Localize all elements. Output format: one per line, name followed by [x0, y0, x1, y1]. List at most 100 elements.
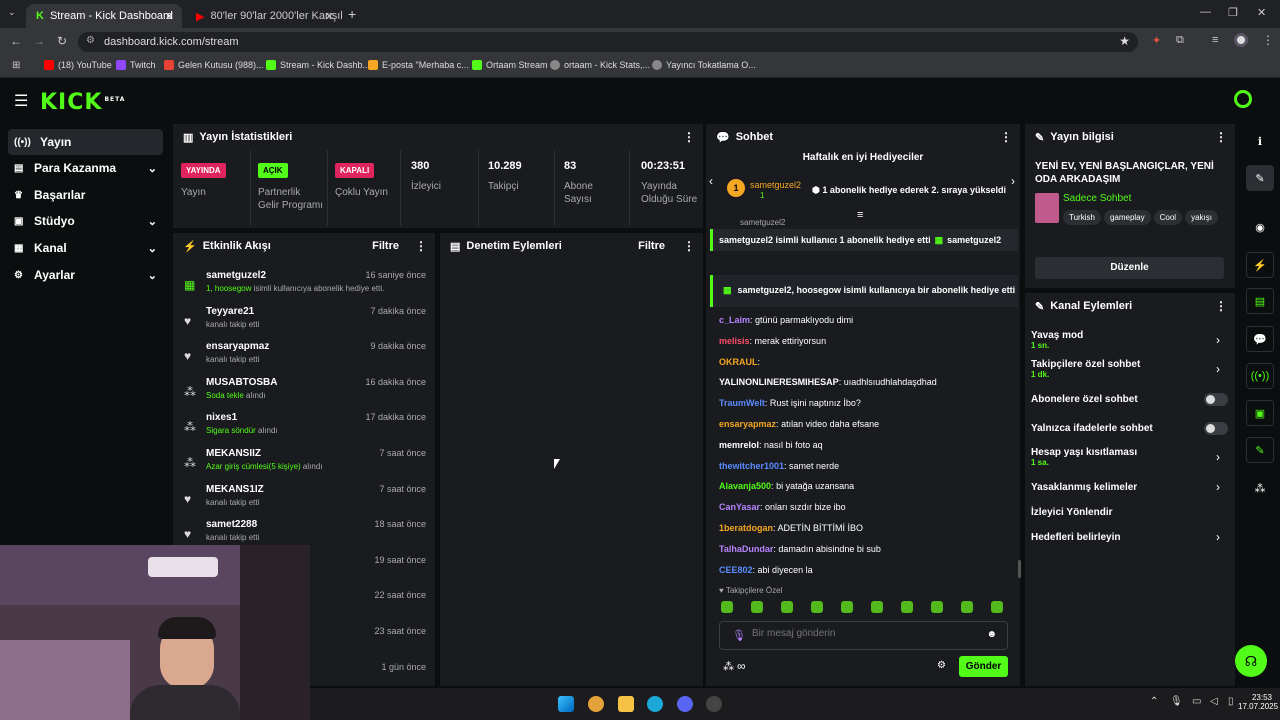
edit-button[interactable]: Düzenle [1035, 257, 1224, 279]
chat-username[interactable]: memrelol [719, 440, 759, 450]
chat-scrollbar[interactable] [1018, 560, 1021, 578]
more-options-icon[interactable]: ⋮ [1215, 130, 1227, 144]
chat-username[interactable]: YALINONLINERESMIHESAP [719, 377, 839, 387]
activity-filter-button[interactable]: Filtre [372, 240, 399, 252]
bookmark-ortaam[interactable]: Ortaam Stream [472, 60, 548, 70]
emote-icon[interactable] [901, 601, 913, 613]
menu-dots-icon[interactable]: ⋮ [1262, 33, 1274, 47]
subscribers-only-toggle[interactable] [1204, 393, 1228, 406]
kick-points-icon[interactable]: ⁂ [723, 660, 734, 673]
chat-username[interactable]: TalhaDundar [719, 544, 773, 554]
sidebar-item-kanal[interactable]: ▦ Kanal ⌄ [8, 235, 163, 261]
discord-icon[interactable] [677, 696, 693, 712]
kick-logo[interactable]: KICK BETA [40, 90, 125, 115]
chat-message[interactable]: 1beratdogan: ADETİN BİTTİMİ İBO [719, 523, 863, 533]
emote-icon[interactable] [871, 601, 883, 613]
tab-youtube[interactable]: ▶ 80'ler 90'lar 2000'ler Karışık Tür ✕ [186, 4, 342, 28]
chat-username[interactable]: ensaryapmaz [719, 419, 776, 429]
chevron-right-icon[interactable]: › [1216, 450, 1220, 464]
slow-mode-action[interactable]: Yavaş mod 1 sn. [1031, 330, 1083, 350]
chevron-right-icon[interactable]: › [1216, 333, 1220, 347]
emote-icon[interactable] [811, 601, 823, 613]
chat-settings-icon[interactable]: ⚙ [937, 660, 946, 671]
chevron-right-icon[interactable]: › [1216, 362, 1220, 376]
chat-message[interactable]: CEE802: abi diyecen la [719, 565, 813, 575]
chat-message[interactable]: TalhaDundar: damadın abisindne bi sub [719, 544, 881, 554]
broadcast-icon[interactable]: ((•)) [1246, 363, 1274, 389]
send-button[interactable]: Gönder [959, 656, 1008, 677]
chevron-right-icon[interactable]: › [1216, 480, 1220, 494]
chevron-right-icon[interactable]: › [1216, 530, 1220, 544]
sidebar-item-studyo[interactable]: ▣ Stüdyo ⌄ [8, 208, 163, 234]
bookmark-tokatlama[interactable]: Yayıncı Tokatlama O... [652, 60, 756, 70]
bookmark-kick-stats[interactable]: ortaam - Kick Stats,... [550, 60, 650, 70]
support-headset-icon[interactable]: ☊ [1235, 645, 1267, 677]
site-info-icon[interactable]: ⚙ [86, 35, 95, 46]
chat-bubble-icon[interactable]: 💬 [1246, 326, 1274, 352]
chat-message[interactable]: ensaryapmaz: atılan video daha efsane [719, 419, 879, 429]
windows-start-icon[interactable] [558, 696, 574, 712]
emote-icon[interactable] [931, 601, 943, 613]
microphone-icon[interactable]: 🎙 [732, 629, 746, 642]
chat-message[interactable]: CanYasar: onları sızdır bize ibo [719, 502, 846, 512]
wrench-icon[interactable]: ✎ [1246, 437, 1274, 463]
chat-username[interactable]: 1beratdogan [719, 523, 773, 533]
microphone-icon[interactable]: 🎙 [1170, 696, 1183, 707]
clock[interactable]: 23:53 17.07.2025 [1238, 693, 1278, 711]
close-window-icon[interactable]: ✕ [1257, 6, 1266, 19]
more-options-icon[interactable]: ⋮ [415, 239, 427, 253]
info-icon[interactable]: ℹ [1246, 128, 1274, 154]
chat-username[interactable]: melisis [719, 336, 750, 346]
obs-icon[interactable] [706, 696, 722, 712]
battery-icon[interactable]: ▯ [1228, 696, 1234, 707]
more-options-icon[interactable]: ⋮ [683, 130, 695, 144]
chat-username[interactable]: TraumWelt [719, 398, 765, 408]
forward-icon[interactable]: → [33, 34, 45, 48]
chrome-icon[interactable] [588, 696, 604, 712]
edge-icon[interactable] [647, 696, 663, 712]
activity-event[interactable]: ⁂ MUSABTOSBA 16 dakika önce Soda tekle alın… [180, 377, 430, 411]
back-icon[interactable]: ← [10, 34, 22, 48]
activity-event[interactable]: ♥ ensaryapmaz 9 dakika önce kanalı takip e… [180, 341, 430, 375]
chat-username[interactable]: CanYasar [719, 502, 760, 512]
chat-username[interactable]: OKRAUL [719, 357, 758, 367]
reading-list-icon[interactable]: ≡ [1212, 34, 1218, 46]
chat-message[interactable]: TraumWelt: Rust işini naptınız İbo? [719, 398, 861, 408]
close-icon[interactable]: ✕ [165, 10, 174, 23]
url-field[interactable]: ⚙ dashboard.kick.com/stream ★ [78, 32, 1138, 52]
emote-icon[interactable] [751, 601, 763, 613]
activity-event[interactable]: ♥ MEKANS1IZ 7 saat önce kanalı takip etti [180, 484, 430, 518]
maximize-icon[interactable]: ❐ [1228, 6, 1238, 19]
document-icon[interactable]: ▤ [1246, 288, 1274, 314]
chat-username[interactable]: c_Laim [719, 315, 750, 325]
set-goals-action[interactable]: Hedefleri belirleyin [1031, 532, 1120, 543]
chat-message-input[interactable] [752, 628, 972, 639]
bookmark-youtube[interactable]: (18) YouTube [44, 60, 112, 70]
followers-only-action[interactable]: Takipçilere özel sohbet 1 dk. [1031, 359, 1140, 379]
bookmark-gmail[interactable]: Gelen Kutusu (988)... [164, 60, 264, 70]
kick-profile-icon[interactable] [1234, 90, 1252, 108]
chat-username[interactable]: thewitcher1001 [719, 461, 784, 471]
minimize-icon[interactable]: — [1200, 6, 1211, 18]
chat-message[interactable]: Alavanja500: bi yatağa uzansana [719, 481, 854, 491]
chevron-left-icon[interactable]: ‹ [709, 174, 713, 188]
volume-icon[interactable]: ◁ [1210, 696, 1218, 707]
bolt-icon[interactable]: ⚡ [1246, 252, 1274, 278]
sidebar-item-ayarlar[interactable]: ⚙ Ayarlar ⌄ [8, 262, 163, 288]
chat-username[interactable]: Alavanja500 [719, 481, 771, 491]
chat-message[interactable]: YALINONLINERESMIHESAP: uıadhlsıudhlahdaş… [719, 377, 937, 387]
activity-event[interactable]: ♥ Teyyare21 7 dakika önce kanalı takip ett… [180, 306, 430, 340]
chat-message[interactable]: OKRAUL: [719, 357, 760, 367]
tray-chevron-icon[interactable]: ⌃ [1150, 696, 1158, 707]
camera-icon[interactable]: ◉ [1246, 214, 1274, 240]
profile-avatar-icon[interactable] [1234, 33, 1248, 47]
banned-words-action[interactable]: Yasaklanmış kelimeler [1031, 482, 1137, 493]
chat-message[interactable]: memrelol: nasıl bi foto aq [719, 440, 823, 450]
chat-message[interactable]: c_Laim: gtünü parmaklıyodu dimi [719, 315, 853, 325]
emote-icon[interactable] [721, 601, 733, 613]
kick-points-icon[interactable]: ⁂ [1246, 475, 1274, 501]
sidebar-item-yayin[interactable]: ((•)) Yayın [8, 129, 163, 155]
emote-only-toggle[interactable] [1204, 422, 1228, 435]
chat-input[interactable]: 🎙 ☻ [719, 621, 1008, 650]
chat-username[interactable]: CEE802 [719, 565, 753, 575]
